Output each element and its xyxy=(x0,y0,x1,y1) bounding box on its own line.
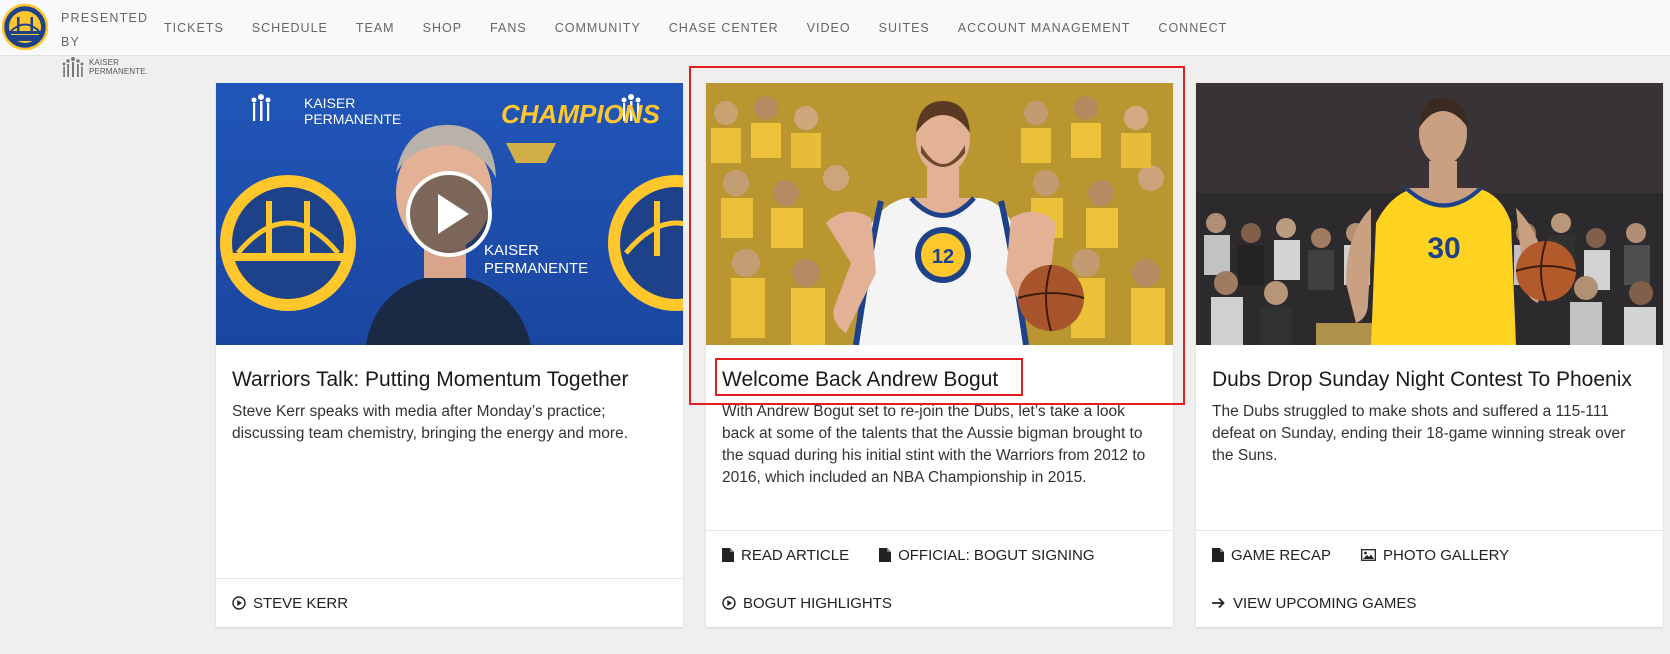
svg-text:PERMANENTE: PERMANENTE xyxy=(304,111,401,127)
news-card-dubs-drop-contest: 30 Dubs Drop Sunday Night Contest To Pho… xyxy=(1196,83,1663,627)
document-icon xyxy=(1212,548,1224,562)
document-icon xyxy=(722,548,734,562)
card-video-thumbnail[interactable]: KAISER PERMANENTE CHAMPIONS KAISER PERMA… xyxy=(216,83,683,345)
nav-shop[interactable]: SHOP xyxy=(423,21,462,35)
bogut-highlights-link[interactable]: BOGUT HIGHLIGHTS xyxy=(722,595,892,612)
stephen-curry-image: 30 xyxy=(1196,83,1663,345)
card-image[interactable]: 12 xyxy=(706,83,1173,345)
svg-text:CHAMPIONS: CHAMPIONS xyxy=(501,99,661,129)
card-title[interactable]: Warriors Talk: Putting Momentum Together xyxy=(232,367,667,393)
card-description: With Andrew Bogut set to re-join the Dub… xyxy=(722,403,1146,486)
steve-kerr-link[interactable]: STEVE KERR xyxy=(232,595,348,612)
sponsor-logo[interactable]: KAISER PERMANENTE. xyxy=(60,56,148,78)
svg-text:KAISER: KAISER xyxy=(304,95,355,111)
card-title[interactable]: Welcome Back Andrew Bogut xyxy=(722,367,1157,393)
photo-gallery-link[interactable]: PHOTO GALLERY xyxy=(1361,547,1509,564)
play-video-icon[interactable] xyxy=(405,170,493,258)
card-links: GAME RECAP PHOTO GALLERY VIEW UPCOMING G… xyxy=(1196,530,1663,627)
card-title[interactable]: Dubs Drop Sunday Night Contest To Phoeni… xyxy=(1212,367,1647,393)
nav-team[interactable]: TEAM xyxy=(356,21,395,35)
news-card-warriors-talk: KAISER PERMANENTE CHAMPIONS KAISER PERMA… xyxy=(216,83,683,627)
nav-fans[interactable]: FANS xyxy=(490,21,527,35)
image-icon xyxy=(1361,549,1376,561)
card-description: Steve Kerr speaks with media after Monda… xyxy=(232,403,629,442)
card-description: The Dubs struggled to make shots and suf… xyxy=(1212,403,1626,464)
card-links: STEVE KERR xyxy=(216,578,683,627)
document-icon xyxy=(879,548,892,562)
news-card-welcome-back-bogut: 12 Welcome Back Andrew Bogut With Andrew… xyxy=(706,83,1173,627)
game-recap-link[interactable]: GAME RECAP xyxy=(1212,547,1331,564)
view-upcoming-games-link[interactable]: VIEW UPCOMING GAMES xyxy=(1212,595,1416,612)
nav-video[interactable]: VIDEO xyxy=(807,21,851,35)
nav-suites[interactable]: SUITES xyxy=(879,21,930,35)
card-links: READ ARTICLE OFFICIAL: BOGUT SIGNING BOG… xyxy=(706,530,1173,627)
nav-schedule[interactable]: SCHEDULE xyxy=(252,21,328,35)
andrew-bogut-image: 12 xyxy=(706,83,1173,345)
svg-text:12: 12 xyxy=(932,246,954,268)
top-navigation-bar: PRESENTED BY TICKETS SCHEDULE TEAM SHOP … xyxy=(0,0,1670,56)
nav-community[interactable]: COMMUNITY xyxy=(555,21,641,35)
kaiser-permanente-logo-icon xyxy=(62,57,84,77)
play-circle-icon xyxy=(232,596,246,610)
main-nav: TICKETS SCHEDULE TEAM SHOP FANS COMMUNIT… xyxy=(150,0,1241,56)
read-article-link[interactable]: READ ARTICLE xyxy=(722,547,849,564)
sponsor-name: KAISER PERMANENTE. xyxy=(89,58,148,76)
nav-chase-center[interactable]: CHASE CENTER xyxy=(669,21,779,35)
arrow-right-icon xyxy=(1212,597,1225,609)
nav-connect[interactable]: CONNECT xyxy=(1158,21,1227,35)
nav-account-management[interactable]: ACCOUNT MANAGEMENT xyxy=(958,21,1131,35)
warriors-logo-icon[interactable] xyxy=(2,4,48,50)
play-circle-icon xyxy=(722,596,736,610)
svg-text:PERMANENTE: PERMANENTE xyxy=(484,260,588,277)
svg-text:30: 30 xyxy=(1427,232,1460,265)
card-image[interactable]: 30 xyxy=(1196,83,1663,345)
official-bogut-signing-link[interactable]: OFFICIAL: BOGUT SIGNING xyxy=(879,547,1095,564)
nav-tickets[interactable]: TICKETS xyxy=(164,21,224,35)
presented-by-label: PRESENTED BY xyxy=(61,11,149,49)
